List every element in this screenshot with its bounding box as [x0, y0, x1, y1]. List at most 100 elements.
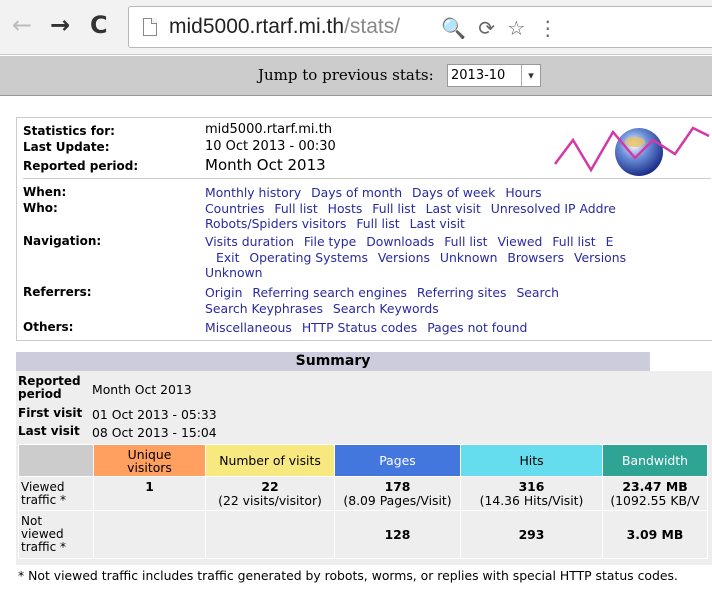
- referrers-label: Referrers:: [23, 285, 92, 299]
- link-referring-sites[interactable]: Referring sites: [417, 285, 507, 300]
- omnibox-icons: 🔍 ⟳ ☆ ⋮: [441, 16, 564, 40]
- link-origin[interactable]: Origin: [205, 285, 242, 300]
- page-icon: [143, 18, 157, 36]
- navigation-links-2: Exit Operating Systems Versions Unknown …: [216, 250, 632, 265]
- viewed-hits-value: 316: [518, 478, 545, 494]
- link-viewed[interactable]: Viewed: [497, 234, 542, 249]
- zoom-icon[interactable]: 🔍: [441, 16, 466, 40]
- header-unique-visitors: Unique visitors: [93, 444, 206, 477]
- reported-period-label: Reported period:: [23, 159, 139, 173]
- link-downloads[interactable]: Downloads: [366, 234, 434, 249]
- link-days-of-month[interactable]: Days of month: [311, 185, 402, 200]
- link-os-versions[interactable]: Versions: [378, 250, 430, 265]
- summary-table: Unique visitors Number of visits Pages Hi…: [18, 444, 708, 559]
- link-robots[interactable]: Robots/Spiders visitors: [205, 216, 346, 231]
- awstats-logo-icon: [554, 126, 710, 176]
- viewed-hits: 316 (14.36 Hits/Visit): [460, 476, 603, 511]
- header-hits-label: Hits: [519, 453, 544, 468]
- viewed-bandwidth-value: 23.47 MB: [622, 478, 688, 494]
- header-bandwidth-label: Bandwidth: [622, 453, 688, 468]
- link-os-unknown[interactable]: Unknown: [440, 250, 498, 265]
- header-blank: [18, 444, 94, 477]
- not-viewed-unique: [93, 510, 206, 559]
- link-search-keyphrases[interactable]: Search Keyphrases: [205, 301, 323, 316]
- link-unresolved-ip[interactable]: Unresolved IP Addre: [491, 201, 616, 216]
- previous-stats-select[interactable]: 2013-10 ▾: [447, 64, 541, 87]
- first-visit-label: First visit: [18, 406, 83, 420]
- navigation-links: Visits duration File type Downloads Full…: [205, 234, 619, 249]
- link-days-of-week[interactable]: Days of week: [412, 185, 495, 200]
- link-downloads-full-list[interactable]: Full list: [444, 234, 487, 249]
- link-http-status-codes[interactable]: HTTP Status codes: [302, 320, 417, 335]
- referrers-links: Origin Referring search engines Referrin…: [205, 285, 565, 300]
- who-links-robots: Robots/Spiders visitors Full list Last v…: [205, 216, 471, 231]
- viewed-label: Viewed traffic *: [18, 476, 94, 511]
- last-update-label: Last Update:: [23, 140, 110, 154]
- who-label: Who:: [23, 201, 58, 215]
- stats-for-value: mid5000.rtarf.mi.th: [205, 122, 333, 137]
- link-countries[interactable]: Countries: [205, 201, 264, 216]
- back-arrow-icon[interactable]: ←: [12, 12, 32, 38]
- link-visits-duration[interactable]: Visits duration: [205, 234, 294, 249]
- footnote: * Not viewed traffic includes traffic ge…: [18, 568, 678, 583]
- forward-arrow-icon[interactable]: →: [50, 12, 70, 38]
- reload-icon[interactable]: C: [90, 12, 108, 38]
- link-search[interactable]: Search: [516, 285, 559, 300]
- viewed-pages-sub: (8.09 Pages/Visit): [343, 492, 452, 508]
- viewed-label-1: Viewed: [21, 479, 65, 494]
- not-viewed-bandwidth: 3.09 MB: [602, 510, 708, 559]
- chevron-down-icon[interactable]: ▾: [521, 65, 540, 86]
- viewed-unique-value: 1: [145, 478, 154, 494]
- link-hosts-last-visit[interactable]: Last visit: [426, 201, 481, 216]
- others-links: Miscellaneous HTTP Status codes Pages no…: [205, 320, 533, 335]
- header-pages: Pages: [334, 444, 461, 477]
- summary-period-label-2: period: [18, 387, 62, 401]
- extension-icon[interactable]: ⟳: [478, 16, 495, 40]
- link-hosts-full-list[interactable]: Full list: [372, 201, 415, 216]
- link-browsers[interactable]: Browsers: [507, 250, 564, 265]
- viewed-pages: 178 (8.09 Pages/Visit): [334, 476, 461, 511]
- not-viewed-label-2: viewed: [21, 527, 64, 541]
- link-search-keywords[interactable]: Search Keywords: [333, 301, 439, 316]
- header-bandwidth: Bandwidth: [602, 444, 708, 477]
- summary-period-label: Reported period: [18, 375, 81, 401]
- link-entry[interactable]: E: [606, 234, 614, 249]
- link-hosts[interactable]: Hosts: [328, 201, 363, 216]
- summary-period-label-1: Reported: [18, 374, 81, 388]
- last-visit-value: 08 Oct 2013 - 15:04: [92, 425, 217, 440]
- link-countries-full-list[interactable]: Full list: [274, 201, 317, 216]
- viewed-bandwidth: 23.47 MB (1092.55 KB/V: [602, 476, 708, 511]
- link-exit[interactable]: Exit: [216, 250, 239, 265]
- reported-period-value: Month Oct 2013: [205, 156, 326, 174]
- bookmark-star-icon[interactable]: ☆: [507, 16, 525, 40]
- link-viewed-full-list[interactable]: Full list: [552, 234, 595, 249]
- link-robots-full-list[interactable]: Full list: [356, 216, 399, 231]
- link-browser-unknown[interactable]: Unknown: [205, 265, 263, 280]
- link-browser-versions[interactable]: Versions: [574, 250, 626, 265]
- link-miscellaneous[interactable]: Miscellaneous: [205, 320, 292, 335]
- browser-toolbar: ← → C mid5000.rtarf.mi.th/stats/ 🔍 ⟳ ☆ ⋮: [0, 0, 712, 55]
- viewed-hits-sub: (14.36 Hits/Visit): [479, 492, 584, 508]
- not-viewed-visits: [205, 510, 335, 559]
- viewed-visits-sub: (22 visits/visitor): [218, 492, 322, 508]
- link-referring-search-engines[interactable]: Referring search engines: [252, 285, 407, 300]
- link-operating-systems[interactable]: Operating Systems: [249, 250, 368, 265]
- viewed-pages-value: 178: [384, 478, 411, 494]
- link-pages-not-found[interactable]: Pages not found: [427, 320, 527, 335]
- url-host: mid5000.rtarf.mi.th: [169, 15, 345, 38]
- divider: [23, 178, 711, 179]
- referrers-links-2: Search Keyphrases Search Keywords: [205, 301, 445, 316]
- jump-label: Jump to previous stats:: [258, 66, 434, 84]
- menu-icon[interactable]: ⋮: [538, 16, 558, 40]
- link-monthly-history[interactable]: Monthly history: [205, 185, 301, 200]
- address-bar[interactable]: mid5000.rtarf.mi.th/stats/ 🔍 ⟳ ☆ ⋮: [128, 6, 712, 48]
- not-viewed-label-3: traffic *: [21, 540, 67, 554]
- url-text[interactable]: mid5000.rtarf.mi.th/stats/: [169, 15, 400, 39]
- link-file-type[interactable]: File type: [304, 234, 356, 249]
- link-hours[interactable]: Hours: [505, 185, 541, 200]
- jump-bar: Jump to previous stats: 2013-10 ▾: [0, 56, 712, 96]
- navigation-links-3: Unknown: [205, 265, 269, 280]
- viewed-label-2: traffic *: [21, 492, 67, 507]
- link-robots-last-visit[interactable]: Last visit: [410, 216, 465, 231]
- when-links: Monthly history Days of month Days of we…: [205, 185, 548, 200]
